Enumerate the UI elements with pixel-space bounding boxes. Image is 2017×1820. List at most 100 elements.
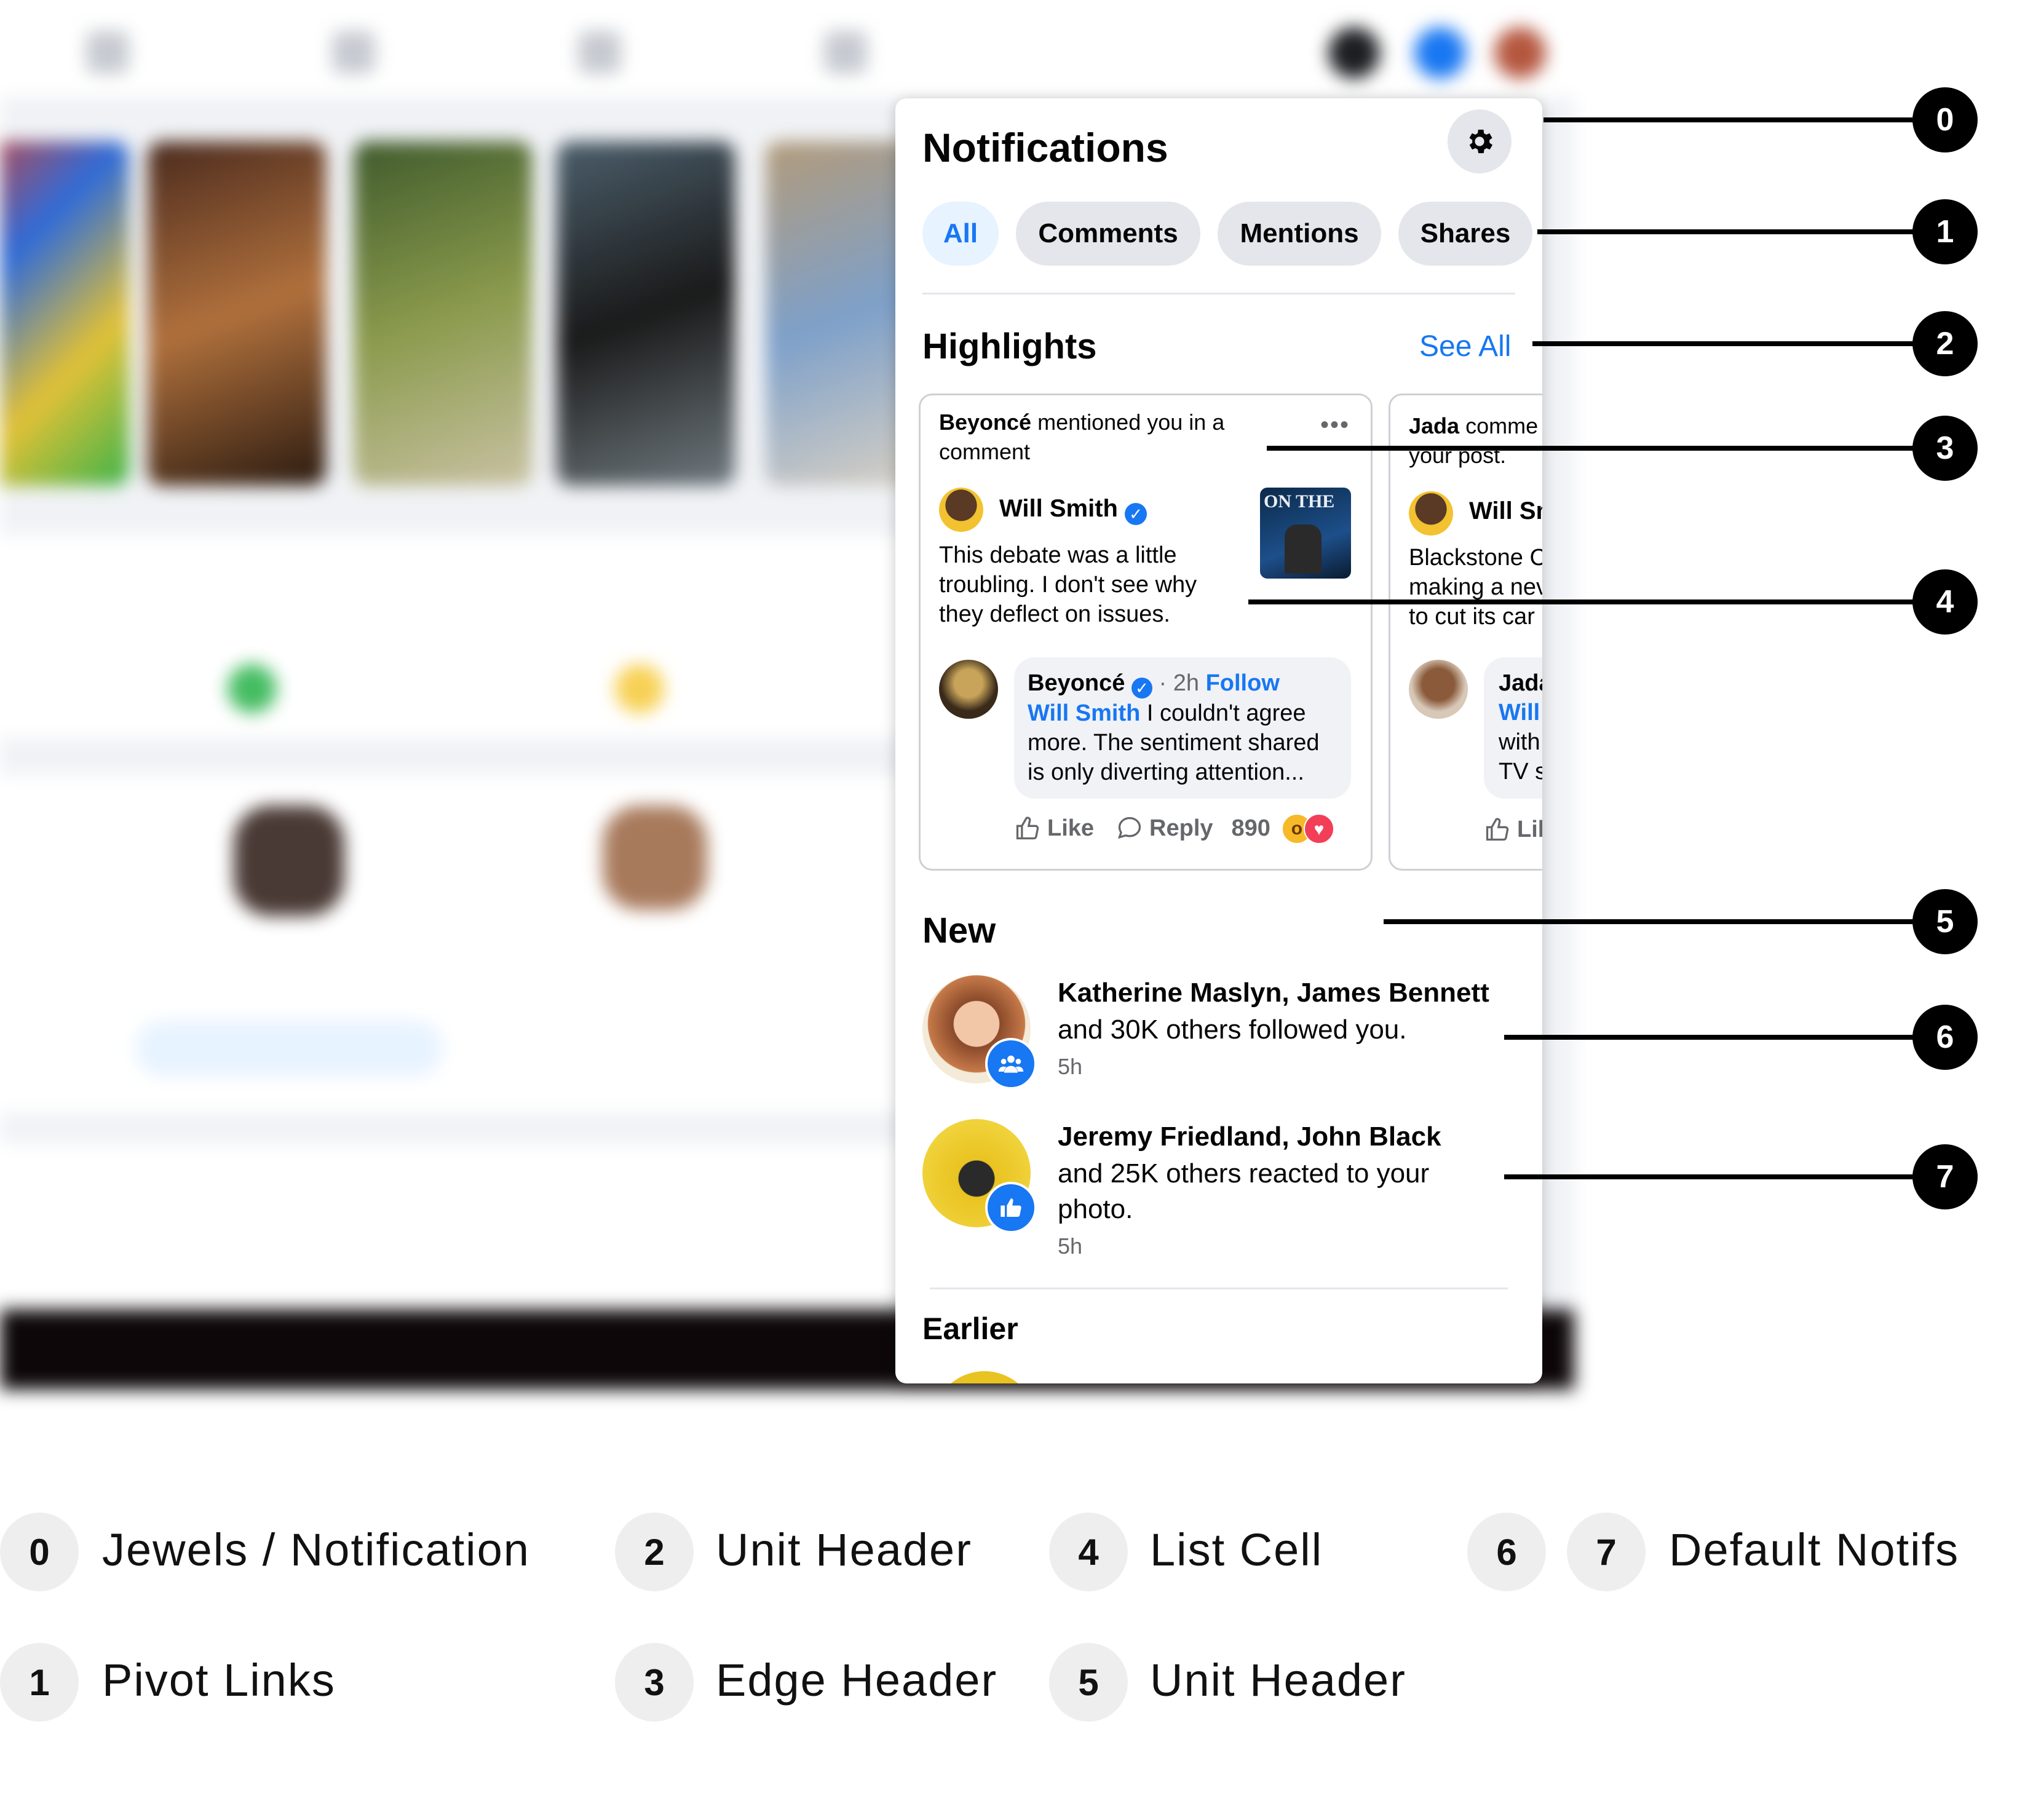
- highlights-header: Highlights: [922, 326, 1097, 366]
- more-options-icon[interactable]: •••: [1320, 411, 1350, 439]
- thumbnail-person: [1285, 524, 1322, 574]
- notification-names: Jeremy Friedland, John Black: [1058, 1122, 1441, 1152]
- story-card: [557, 141, 735, 486]
- callout-number: 5: [1912, 889, 1978, 954]
- feeling-activity-icon: [615, 664, 664, 713]
- notification-body: Jeremy Friedland, John Black and 25K oth…: [1058, 1122, 1488, 1259]
- edge-text: comme: [1465, 413, 1539, 438]
- comment-time: · 2h: [1159, 670, 1200, 696]
- pivot-mentions[interactable]: Mentions: [1218, 202, 1381, 266]
- comment-actions: Lil: [1484, 816, 1542, 843]
- love-reaction-icon: ♥: [1303, 813, 1334, 844]
- callout-number: 7: [1912, 1144, 1978, 1209]
- verified-icon: ✓: [1131, 678, 1152, 698]
- mention-link[interactable]: Will Smith: [1028, 700, 1140, 726]
- post-author: Will Smith ✓: [999, 495, 1147, 525]
- notification-row[interactable]: Jeremy Friedland, John Black and 25K oth…: [922, 1119, 1513, 1279]
- notification-avatar: [932, 1371, 1037, 1383]
- comment-line: TV s: [1499, 759, 1542, 785]
- group-icon-glyph: [998, 1055, 1024, 1073]
- pivot-all[interactable]: All: [922, 202, 999, 266]
- post-line: to cut its car: [1409, 604, 1535, 630]
- home-tab-icon: [86, 31, 129, 74]
- watch-tab-icon: [332, 31, 375, 74]
- legend-number: 3: [615, 1643, 694, 1722]
- post-author-name: Will Sm: [1469, 497, 1542, 524]
- follow-link[interactable]: Follow: [1206, 670, 1280, 696]
- callout-line: [1532, 341, 1926, 346]
- author-avatar: [939, 488, 983, 532]
- join-button: [135, 1021, 443, 1076]
- panel-title: Notifications: [922, 125, 1168, 170]
- callout-line: [1248, 599, 1925, 604]
- gear-icon: [1469, 129, 1493, 154]
- callout-number: 2: [1912, 311, 1978, 376]
- post-text: Blackstone C making a nev to cut its car: [1409, 543, 1542, 631]
- groups-tab-icon: [578, 31, 621, 74]
- pivot-comments[interactable]: Comments: [1016, 202, 1200, 266]
- author-avatar: [1409, 491, 1453, 536]
- legend-label: Edge Header: [716, 1655, 998, 1706]
- post-thumbnail[interactable]: ON THE: [1260, 488, 1351, 579]
- callout-line: [1543, 117, 1925, 122]
- legend-label: Jewels / Notification: [102, 1524, 530, 1575]
- composer-box: [0, 535, 935, 738]
- legend-number: 1: [0, 1643, 79, 1722]
- thumbnail-text: ON THE: [1264, 491, 1335, 512]
- comment-text-block: Jada Will with TV s: [1499, 668, 1542, 786]
- notification-row[interactable]: Katherine Maslyn, James Bennett and 30K …: [922, 975, 1513, 1098]
- divider: [930, 1288, 1508, 1289]
- legend-label: Unit Header: [1150, 1655, 1406, 1706]
- reply-button[interactable]: Reply: [1149, 815, 1213, 842]
- comment-actions: Like Reply 890 o ♥: [1014, 813, 1337, 844]
- legend-number: 7: [1567, 1513, 1646, 1591]
- comment-bubble[interactable]: Beyoncé ✓ · 2h Follow Will Smith I could…: [1014, 657, 1351, 799]
- legend-number: 5: [1049, 1643, 1128, 1722]
- legend-label: List Cell: [1150, 1524, 1323, 1575]
- mention-link[interactable]: Will: [1499, 700, 1540, 726]
- callout-number: 3: [1912, 416, 1978, 481]
- legend-label: Pivot Links: [102, 1655, 336, 1706]
- comment-line: with: [1499, 729, 1540, 755]
- legend-number: 4: [1049, 1513, 1128, 1591]
- thumbs-up-icon: [985, 1182, 1037, 1233]
- like-button[interactable]: Like: [1047, 815, 1094, 842]
- settings-button[interactable]: [1448, 109, 1512, 173]
- post-author-name: Will Smith: [999, 495, 1118, 522]
- edge-actor: Jada: [1409, 413, 1460, 438]
- post-line: Blackstone C: [1409, 545, 1542, 571]
- group-icon: [985, 1038, 1037, 1090]
- notification-jewel-icon: [1414, 27, 1466, 79]
- story-card: [148, 141, 326, 486]
- see-all-link[interactable]: See All: [1419, 330, 1511, 363]
- comment-bubble-icon: [1117, 817, 1141, 839]
- thumbs-up-icon: [1016, 817, 1039, 840]
- highlight-card[interactable]: Beyoncé mentioned you in a comment ••• W…: [919, 394, 1373, 871]
- callout-number: 0: [1912, 87, 1978, 152]
- commenter-avatar: [1409, 660, 1468, 719]
- edge-header: Jada comme your post.: [1409, 411, 1538, 470]
- verified-icon: ✓: [1125, 503, 1147, 525]
- like-button[interactable]: Lil: [1517, 817, 1542, 843]
- callout-number: 6: [1912, 1005, 1978, 1070]
- edge-actor: Beyoncé: [939, 410, 1032, 435]
- notification-text: and 30K others followed you.: [1058, 1015, 1407, 1045]
- callout-line: [1504, 1035, 1925, 1040]
- commenter-avatar: [939, 660, 998, 719]
- gaming-tab-icon: [824, 31, 867, 74]
- group-avatar: [234, 805, 344, 916]
- story-card: [354, 141, 532, 486]
- highlight-card[interactable]: Jada comme your post. Will Sm Blackstone…: [1389, 394, 1542, 871]
- legend-number: 2: [615, 1513, 694, 1591]
- notification-body: Katherine Maslyn, James Bennett and 30K …: [1058, 978, 1513, 1080]
- comment-bubble[interactable]: Jada Will with TV s: [1484, 657, 1542, 799]
- notification-text: and 25K others reacted to your photo.: [1058, 1158, 1430, 1224]
- legend-number: 0: [0, 1513, 79, 1591]
- callout-number: 1: [1912, 199, 1978, 264]
- profile-avatar-icon: [1494, 27, 1546, 79]
- comment-author: Beyoncé: [1028, 670, 1125, 696]
- notification-time: 5h: [1058, 1054, 1083, 1079]
- pivot-shares[interactable]: Shares: [1398, 202, 1532, 266]
- post-line: making a nev: [1409, 574, 1542, 600]
- new-header: New: [922, 911, 996, 951]
